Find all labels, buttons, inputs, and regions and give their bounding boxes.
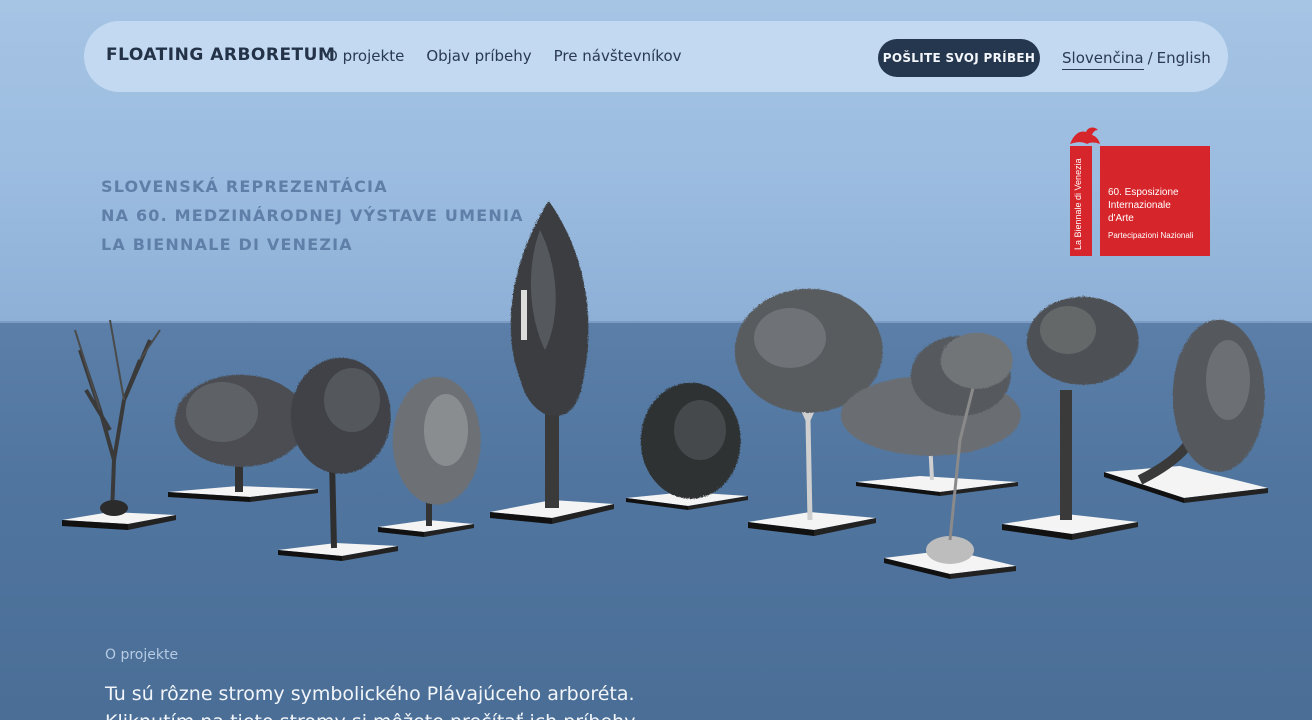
tree-5[interactable] xyxy=(490,200,614,524)
tree-1[interactable] xyxy=(62,319,176,530)
tree-9[interactable] xyxy=(884,332,1016,579)
floating-trees xyxy=(62,200,1268,579)
tree-10[interactable] xyxy=(1002,296,1138,540)
intro-line: Tu sú rôzne stromy symbolického Plávajúc… xyxy=(105,683,635,705)
section-label: O projekte xyxy=(105,647,179,663)
intro-line: Kliknutím na tieto stromy si môžete preč… xyxy=(105,708,805,720)
intro-text: Tu sú rôzne stromy symbolického Plávajúc… xyxy=(105,680,805,720)
tree-4[interactable] xyxy=(378,376,480,537)
tree-6[interactable] xyxy=(626,382,748,510)
